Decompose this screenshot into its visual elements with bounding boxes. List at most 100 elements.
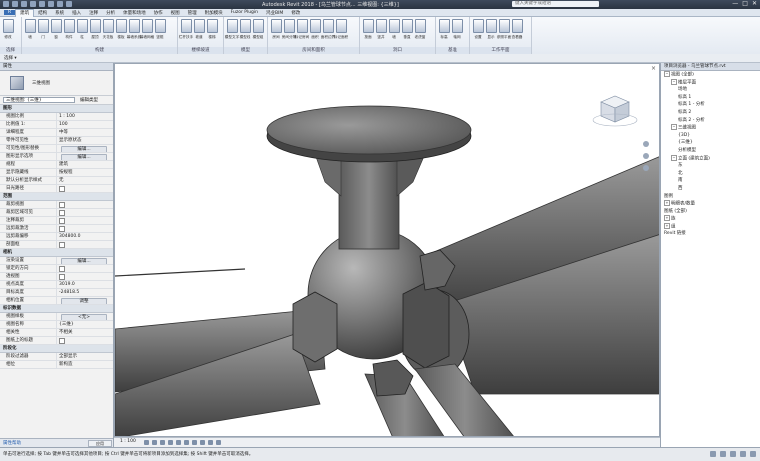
- property-value[interactable]: 1 : 100: [56, 113, 113, 120]
- tab-14[interactable]: 修改: [287, 10, 304, 16]
- property-value[interactable]: 无: [56, 177, 113, 184]
- property-checkbox[interactable]: [56, 185, 113, 192]
- browser-node[interactable]: 图例: [661, 193, 760, 201]
- property-checkbox[interactable]: [56, 217, 113, 224]
- property-value[interactable]: 3019.0: [56, 281, 113, 288]
- tab-3[interactable]: 系统: [51, 10, 68, 16]
- checkbox[interactable]: [59, 226, 65, 232]
- checkbox[interactable]: [59, 266, 65, 272]
- expand-toggle-icon[interactable]: −: [671, 78, 677, 85]
- tab-12[interactable]: Fuzor Plugin: [227, 10, 262, 15]
- select-dropdown[interactable]: 选择 ▾: [4, 55, 17, 61]
- viewport-close-icon[interactable]: ×: [651, 65, 656, 72]
- browser-node[interactable]: + 明细表/数量: [661, 200, 760, 208]
- edit-button[interactable]: 编辑...: [61, 257, 107, 264]
- property-checkbox[interactable]: [56, 209, 113, 216]
- checkbox[interactable]: [59, 202, 65, 208]
- type-selector[interactable]: 三维视图: {三维}: [3, 97, 75, 103]
- tab-13[interactable]: 鸿业BIM: [262, 10, 287, 16]
- property-value[interactable]: 不相关: [56, 329, 113, 336]
- ribbon-button-5-2[interactable]: 墙: [388, 19, 400, 40]
- browser-node[interactable]: 标高 1: [661, 94, 760, 102]
- view-cube[interactable]: [592, 95, 638, 127]
- ribbon-button-7-1[interactable]: 显示: [485, 19, 497, 40]
- ribbon-button-1-0[interactable]: 墙: [24, 19, 36, 40]
- ribbon-button-7-0[interactable]: 设置: [472, 19, 484, 40]
- property-value[interactable]: -24818.5: [56, 289, 113, 296]
- ribbon-button-4-4[interactable]: 面积边界: [321, 19, 335, 40]
- edit-type-button[interactable]: 编辑类型: [80, 97, 98, 103]
- apply-button[interactable]: 应用: [88, 440, 112, 447]
- browser-node[interactable]: Revit 链接: [661, 230, 760, 238]
- checkbox[interactable]: [59, 210, 65, 216]
- property-edit-button[interactable]: 编辑...: [56, 145, 113, 152]
- browser-node[interactable]: − 视图 (全部): [661, 71, 760, 79]
- ribbon-button-1-8[interactable]: 幕墙系统: [127, 19, 141, 40]
- browser-node[interactable]: {三维}: [661, 139, 760, 147]
- design-options-icon[interactable]: [720, 451, 726, 457]
- tab-8[interactable]: 协作: [150, 10, 167, 16]
- status-icons[interactable]: [710, 451, 756, 457]
- navigation-bar[interactable]: [643, 141, 649, 171]
- tab-2[interactable]: 结构: [34, 10, 51, 16]
- checkbox[interactable]: [59, 186, 65, 192]
- ribbon-button-7-2[interactable]: 参照平面: [497, 19, 511, 40]
- select-pinned-icon[interactable]: [740, 451, 746, 457]
- expand-toggle-icon[interactable]: +: [664, 200, 670, 207]
- checkbox[interactable]: [59, 338, 65, 344]
- ribbon-button-1-7[interactable]: 楼板: [115, 19, 127, 40]
- save-icon[interactable]: [12, 1, 18, 7]
- property-value[interactable]: 100: [56, 121, 113, 128]
- browser-node[interactable]: 标高 2 - 分析: [661, 117, 760, 125]
- quick-access-toolbar[interactable]: [3, 1, 72, 7]
- property-section-header[interactable]: 标识数据: [0, 305, 113, 313]
- redo-icon[interactable]: [30, 1, 36, 7]
- property-checkbox[interactable]: [56, 337, 113, 344]
- ribbon-button-1-2[interactable]: 窗: [50, 19, 62, 40]
- ribbon-button-5-1[interactable]: 竖井: [375, 19, 387, 40]
- expand-toggle-icon[interactable]: −: [664, 71, 670, 77]
- print-icon[interactable]: [39, 1, 45, 7]
- crop-view-icon[interactable]: [184, 440, 189, 445]
- open-icon[interactable]: [3, 1, 9, 7]
- browser-node[interactable]: 标高 1 - 分析: [661, 101, 760, 109]
- shadows-icon[interactable]: [168, 440, 173, 445]
- 3d-model-render[interactable]: [115, 64, 660, 437]
- property-section-header[interactable]: 范围: [0, 193, 113, 201]
- ribbon-button-4-3[interactable]: 面积: [309, 19, 321, 40]
- sleeve-left[interactable]: [292, 291, 338, 363]
- property-value[interactable]: 按规程: [56, 169, 113, 176]
- hide-isolate-icon[interactable]: [208, 440, 213, 445]
- render-icon[interactable]: [176, 440, 181, 445]
- property-checkbox[interactable]: [56, 273, 113, 280]
- property-value[interactable]: 全部显示: [56, 353, 113, 360]
- property-value[interactable]: {三维}: [56, 321, 113, 328]
- ribbon-button-3-2[interactable]: 模型组: [252, 19, 264, 40]
- undo-icon[interactable]: [21, 1, 27, 7]
- tab-5[interactable]: 注释: [85, 10, 102, 16]
- property-checkbox[interactable]: [56, 265, 113, 272]
- browser-node[interactable]: + 族: [661, 215, 760, 223]
- ribbon-button-4-2[interactable]: 标记房间: [295, 19, 309, 40]
- ribbon-button-6-0[interactable]: 标高: [438, 19, 450, 40]
- property-section-header[interactable]: 图形: [0, 105, 113, 113]
- checkbox[interactable]: [59, 274, 65, 280]
- tab-0[interactable]: R: [4, 10, 16, 15]
- select-links-icon[interactable]: [730, 451, 736, 457]
- property-value[interactable]: 建筑: [56, 161, 113, 168]
- ribbon-button-5-4[interactable]: 老虎窗: [414, 19, 426, 40]
- expand-toggle-icon[interactable]: −: [671, 124, 677, 131]
- ribbon-button-1-1[interactable]: 门: [37, 19, 49, 40]
- sun-path-icon[interactable]: [160, 440, 165, 445]
- ribbon-button-1-5[interactable]: 屋顶: [89, 19, 101, 40]
- properties-help-link[interactable]: 属性帮助: [3, 440, 21, 446]
- property-edit-button[interactable]: <无>: [56, 313, 113, 320]
- property-edit-button[interactable]: 编辑...: [56, 257, 113, 264]
- tab-9[interactable]: 视图: [167, 10, 184, 16]
- ribbon-button-2-1[interactable]: 坡道: [193, 19, 205, 40]
- ribbon-button-3-1[interactable]: 模型线: [239, 19, 251, 40]
- 3d-view-icon[interactable]: [66, 1, 72, 7]
- filter-icon[interactable]: [750, 451, 756, 457]
- expand-toggle-icon[interactable]: −: [671, 154, 677, 161]
- ribbon-button-1-6[interactable]: 天花板: [102, 19, 114, 40]
